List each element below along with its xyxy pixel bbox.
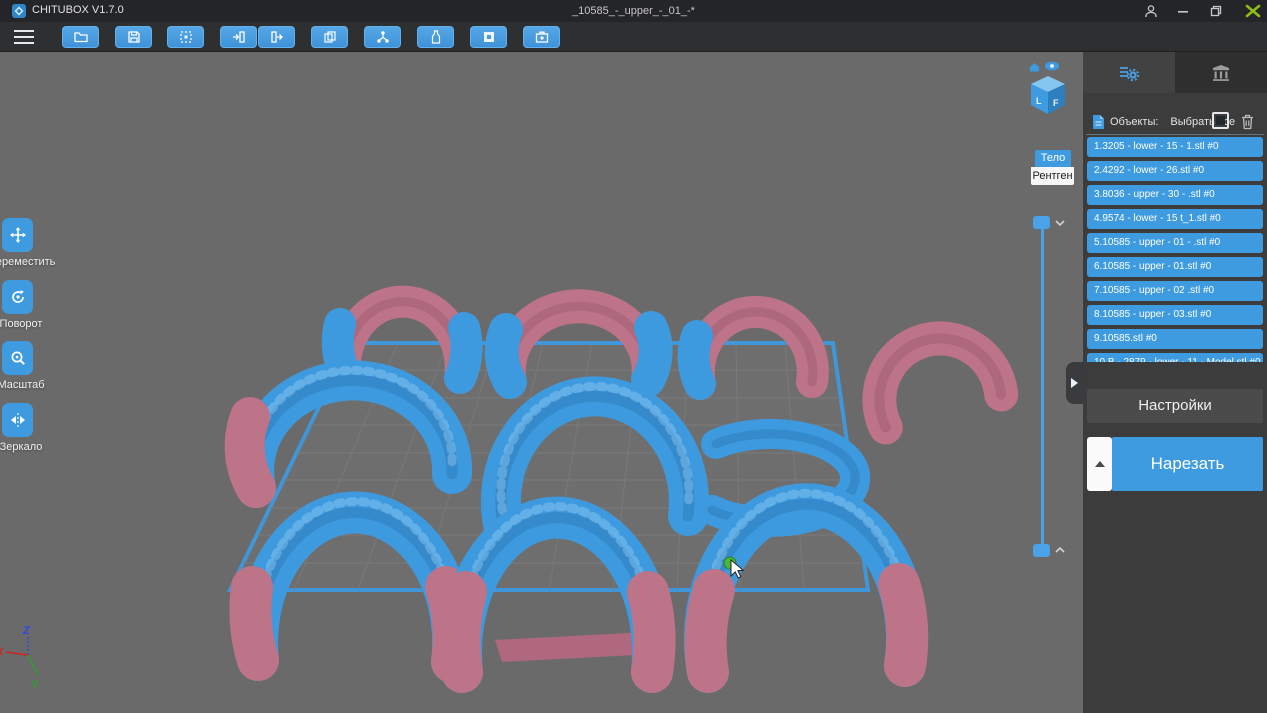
axis-y-label: Y [31, 679, 40, 691]
dig-hole-icon [534, 29, 550, 45]
visibility-icon[interactable] [1045, 62, 1059, 71]
select-all-checkbox[interactable] [1212, 112, 1229, 129]
object-list-item[interactable]: 8.10585 - upper - 03.stl #0 [1087, 305, 1263, 325]
resin-button[interactable] [417, 26, 454, 48]
objects-list: 1.3205 - lower - 15 - 1.stl #0 2.4292 - … [1087, 137, 1263, 362]
delete-icon[interactable] [1240, 113, 1255, 130]
view-cube[interactable]: L F [1024, 58, 1072, 116]
triangle-up-icon [1095, 461, 1105, 467]
clone-button[interactable] [311, 26, 348, 48]
user-icon [1144, 4, 1158, 18]
clip-slider-track[interactable] [1041, 222, 1044, 550]
scene-canvas: Z X Y [0, 52, 1083, 713]
open-file-button[interactable] [62, 26, 99, 48]
object-list-item[interactable]: 7.10585 - upper - 02 .stl #0 [1087, 281, 1263, 301]
scale-tool-button[interactable] [2, 341, 33, 375]
minimize-icon [1176, 4, 1190, 18]
hollow-icon [481, 29, 497, 45]
document-icon [1092, 114, 1105, 130]
slice-options-button[interactable] [1087, 437, 1112, 491]
chevron-down-icon[interactable] [1053, 217, 1067, 229]
minimize-button[interactable] [1166, 0, 1200, 22]
object-list-item[interactable]: 9.10585.stl #0 [1087, 329, 1263, 349]
titlebar: CHITUBOX V1.7.0 _10585_-_upper_-_01_-* [0, 0, 1267, 22]
import-icon [231, 29, 247, 45]
open-folder-icon [73, 29, 89, 45]
scale-tool-label: Масштаб [0, 379, 54, 391]
chevron-up-icon[interactable] [1053, 544, 1067, 556]
tab-supports[interactable] [1175, 52, 1267, 93]
rotate-tool-label: Поворот [0, 318, 54, 330]
view-cube-front-label: F [1053, 98, 1059, 108]
right-panel-tabs [1083, 52, 1267, 93]
restore-icon [1209, 4, 1223, 18]
supports-pillars-icon [1211, 64, 1231, 82]
objects-divider [1086, 134, 1264, 135]
move-icon [9, 226, 27, 244]
viewport-3d[interactable]: Z X Y Переместить Поворот [0, 52, 1083, 713]
settings-button[interactable]: Настройки [1087, 389, 1263, 423]
objects-label: Объекты: [1110, 116, 1158, 128]
render-mode-body-button[interactable]: Тело [1035, 150, 1071, 167]
export-button[interactable] [258, 26, 295, 48]
move-tool-label: Переместить [0, 256, 54, 268]
settings-list-icon [1118, 64, 1140, 82]
save-icon [126, 29, 142, 45]
import-button[interactable] [220, 26, 257, 48]
right-panel: Объекты: Выбрать все 1.3205 - lower - 15… [1083, 52, 1267, 713]
axis-z-label: Z [22, 625, 31, 637]
close-icon [1243, 4, 1263, 18]
home-view-icon[interactable] [1030, 63, 1039, 72]
axis-x-label: X [0, 646, 4, 658]
clone-icon [322, 29, 338, 45]
axis-gizmo: Z X Y [0, 625, 40, 691]
tab-object-settings[interactable] [1083, 52, 1175, 93]
dental-model-4[interactable] [866, 325, 1003, 427]
user-account-button[interactable] [1134, 0, 1168, 22]
save-button[interactable] [115, 26, 152, 48]
chitubox-window: CHITUBOX V1.7.0 _10585_-_upper_-_01_-* [0, 0, 1267, 713]
resin-bottle-icon [428, 29, 444, 45]
bounding-box-button[interactable] [167, 26, 204, 48]
object-list-item[interactable]: 5.10585 - upper - 01 - .stl #0 [1087, 233, 1263, 253]
object-list-item[interactable]: 4.9574 - lower - 15 t_1.stl #0 [1087, 209, 1263, 229]
slice-button[interactable]: Нарезать [1112, 437, 1263, 491]
support-structure-icon [375, 29, 391, 45]
panel-expander-button[interactable] [1066, 362, 1083, 404]
dig-hole-button[interactable] [523, 26, 560, 48]
rotate-icon [9, 288, 27, 306]
chevron-right-icon [1070, 377, 1079, 389]
render-mode-xray-button[interactable]: Рентген [1031, 167, 1074, 185]
clip-slider-top-handle[interactable] [1033, 216, 1050, 229]
view-cube-left-label: L [1036, 96, 1042, 106]
clip-slider-bottom-handle[interactable] [1033, 544, 1050, 557]
object-list-item[interactable]: 6.10585 - upper - 01.stl #0 [1087, 257, 1263, 277]
mirror-tool-button[interactable] [2, 403, 33, 437]
support-button[interactable] [364, 26, 401, 48]
document-title: _10585_-_upper_-_01_-* [0, 5, 1267, 17]
scale-icon [9, 349, 27, 367]
menu-button[interactable] [14, 30, 34, 44]
restore-button[interactable] [1199, 0, 1233, 22]
mirror-icon [9, 411, 27, 429]
object-list-item[interactable]: 1.3205 - lower - 15 - 1.stl #0 [1087, 137, 1263, 157]
objects-header: Объекты: Выбрать все [1083, 110, 1267, 134]
toolbar [0, 22, 1267, 52]
move-tool-button[interactable] [2, 218, 33, 252]
rotate-tool-button[interactable] [2, 280, 33, 314]
hollow-button[interactable] [470, 26, 507, 48]
export-icon [269, 29, 285, 45]
bounding-box-icon [178, 29, 194, 45]
close-button[interactable] [1236, 0, 1267, 22]
object-list-item[interactable]: 2.4292 - lower - 26.stl #0 [1087, 161, 1263, 181]
object-list-item[interactable]: 10.B - 2879 - lower - 11 - Model.stl #0 [1087, 353, 1263, 362]
mirror-tool-label: Зеркало [0, 441, 54, 453]
object-list-item[interactable]: 3.8036 - upper - 30 - .stl #0 [1087, 185, 1263, 205]
